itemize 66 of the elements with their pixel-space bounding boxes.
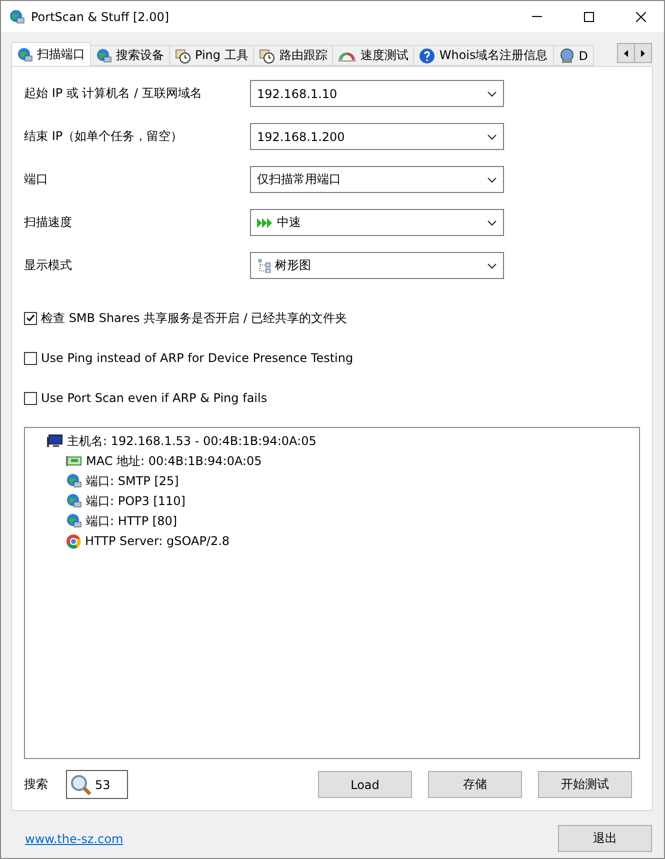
tree-icon [257,258,271,272]
fast-forward-icon [257,218,273,228]
dropdown[interactable]: 192.168.1.200 [250,123,504,150]
triangle-left-icon [624,50,628,56]
field-label: 显示模式 [24,257,73,274]
field-label: 结束 IP（如单个任务，留空） [24,128,184,145]
triangle-right-icon [641,50,645,56]
field-label: 扫描速度 [24,214,73,231]
dropdown[interactable]: 中速 [250,209,504,236]
checkbox[interactable] [24,352,37,364]
dropdown[interactable]: 树形图 [250,252,504,279]
action-button[interactable]: 存储 [428,771,522,798]
dropdown[interactable]: 仅扫描常用端口 [250,166,504,193]
monitor-icon [47,433,63,449]
tab[interactable]: 路由跟踪 [253,45,334,66]
gauge-icon [338,50,356,62]
tab[interactable]: Ping 工具 [169,45,254,66]
chevron-down-icon [487,220,497,226]
tree-item[interactable]: 端口: SMTP [25] [66,471,639,491]
clock-icon [259,48,276,64]
tree-item[interactable]: 端口: POP3 [110] [66,491,639,511]
tab[interactable]: 扫描端口 [11,42,91,66]
tree-item[interactable]: HTTP Server: gSOAP/2.8 [66,531,639,551]
globe-icon [558,48,575,64]
minimize-icon [532,16,542,17]
chevron-down-icon [487,134,497,140]
chevron-down-icon [487,262,497,268]
globe-icon [17,46,33,62]
action-button[interactable]: 开始测试 [538,771,632,798]
search-icon [70,774,92,796]
chevron-down-icon [487,90,497,96]
tree-item[interactable]: 主机名: 192.168.1.53 - 00:4B:1B:94:0A:05 [47,431,639,451]
network-card-icon [66,455,82,467]
checkbox-label: 检查 SMB Shares 共享服务是否开启 / 已经共享的文件夹 [41,310,348,326]
maximize-icon [584,12,594,22]
tree-item[interactable]: 端口: HTTP [80] [66,511,639,531]
action-button[interactable]: Load [318,771,412,798]
browser-icon [66,534,81,548]
field-label: 起始 IP 或 计算机名 / 互联网域名 [24,85,203,102]
tree-item[interactable]: MAC 地址: 00:4B:1B:94:0A:05 [66,451,639,471]
globe-icon [96,48,112,64]
tab[interactable]: Whois域名注册信息 [413,45,554,66]
search-label: 搜索 [24,776,48,793]
clock-icon [175,48,191,64]
scroll-left-button[interactable] [617,43,635,63]
app-icon [9,8,25,24]
scroll-right-button[interactable] [634,43,652,63]
tab[interactable]: 搜索设备 [90,45,170,66]
help-icon [419,48,436,64]
checkbox-label: Use Port Scan even if ARP & Ping fails [41,391,268,405]
search-field[interactable]: 53 [66,770,128,799]
tab[interactable]: D [552,45,594,66]
checkbox[interactable] [24,392,37,404]
checkbox[interactable] [24,312,37,324]
checkbox-label: Use Ping instead of ARP for Device Presence Testing [41,351,354,365]
close-icon [636,12,646,22]
field-label: 端口 [24,171,49,188]
chevron-down-icon [487,176,497,182]
window-title: PortScan & Stuff [2.00] [31,10,170,24]
tab[interactable]: 速度测试 [332,45,414,66]
dropdown[interactable]: 192.168.1.10 [250,80,504,107]
globe-icon [66,473,82,489]
website-link[interactable]: www.the-sz.com [25,832,124,846]
globe-icon [66,493,82,509]
exit-button[interactable]: 退出 [558,825,652,852]
globe-icon [66,513,82,529]
